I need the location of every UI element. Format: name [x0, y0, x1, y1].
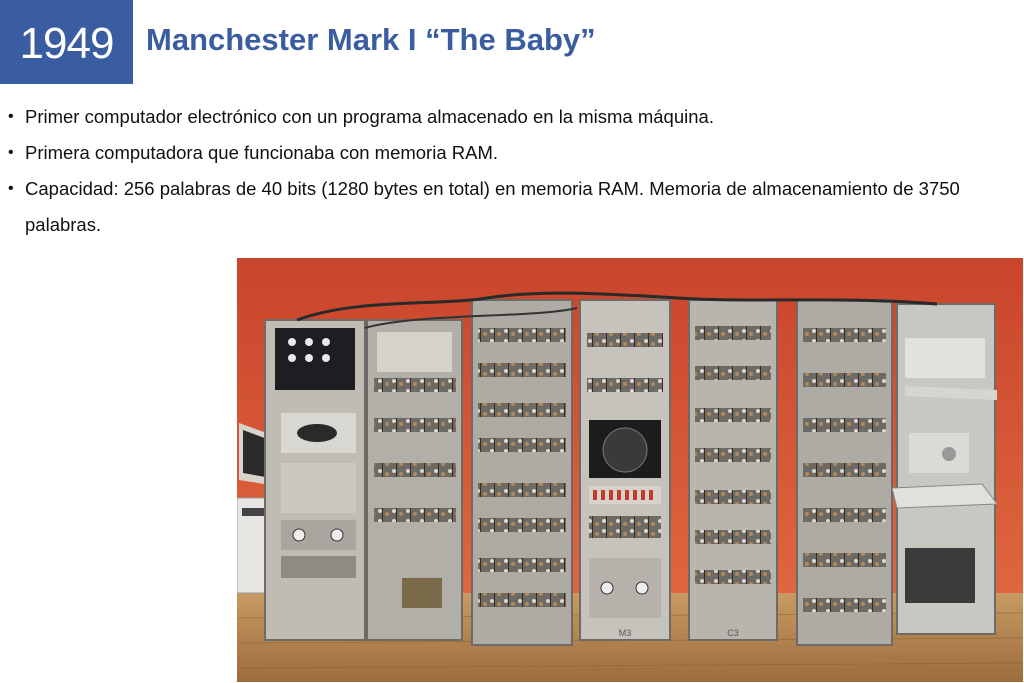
bullet-item: • Capacidad: 256 palabras de 40 bits (128… — [8, 171, 1008, 243]
rack-label: C3 — [727, 628, 739, 638]
cabinet-4: M3 — [579, 299, 671, 641]
manchester-baby-illustration: M3 C3 — [237, 258, 1023, 682]
rack-label: M3 — [619, 628, 632, 638]
bullet-text: Primera computadora que funcionaba con m… — [25, 142, 499, 163]
computer-photo: M3 C3 — [237, 258, 1023, 682]
cabinet-6 — [796, 299, 893, 646]
year-badge: 1949 — [0, 0, 133, 84]
bullet-dot: • — [8, 180, 14, 197]
cabinet-5: C3 — [688, 299, 778, 641]
cabinet-7 — [891, 303, 998, 635]
bullet-text: Primer computador electrónico con un pro… — [25, 106, 714, 127]
bullet-dot: • — [8, 108, 14, 125]
bullet-item: • Primera computadora que funcionaba con … — [8, 135, 1008, 171]
cabinet-3 — [471, 299, 573, 646]
slide-title: Manchester Mark I “The Baby” — [146, 22, 596, 57]
cabinet-2 — [366, 319, 463, 641]
bullet-list: • Primer computador electrónico con un pr… — [8, 99, 1008, 243]
bullet-item: • Primer computador electrónico con un pr… — [8, 99, 1008, 135]
cabinet-1 — [264, 319, 366, 641]
bullet-dot: • — [8, 144, 14, 161]
year-label: 1949 — [19, 19, 115, 68]
bullet-text: Capacidad: 256 palabras de 40 bits (1280… — [25, 178, 960, 235]
